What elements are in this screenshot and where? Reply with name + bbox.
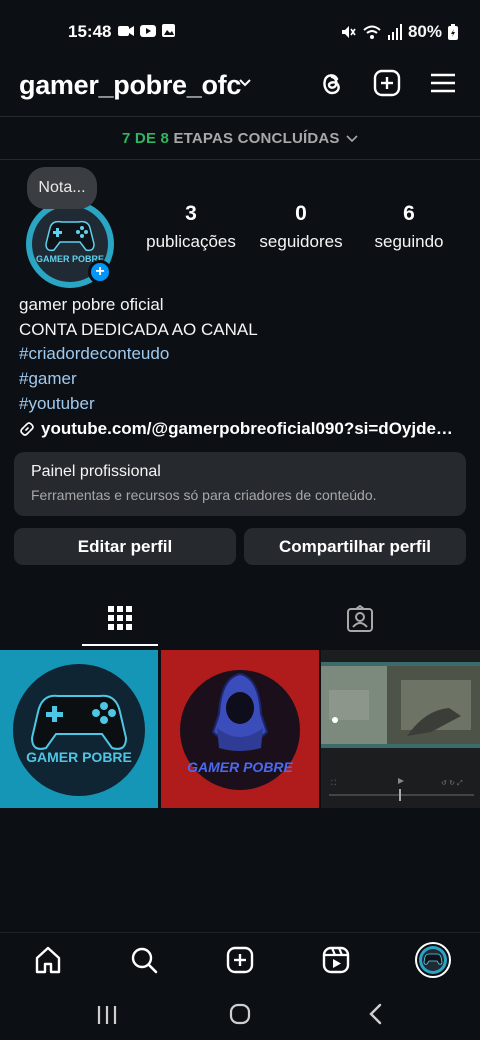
search-icon[interactable] — [129, 945, 159, 975]
chevron-down-icon — [346, 135, 358, 143]
tagged-user-icon — [347, 605, 373, 632]
profile-name: gamer pobre oficial — [19, 295, 164, 314]
external-link[interactable]: youtube.com/@gamerpobreoficial090?si=dOy… — [19, 417, 453, 442]
chevron-down-icon[interactable] — [238, 78, 252, 88]
post-image: ⛶ ↺ ↻ ⤢ — [321, 650, 480, 808]
create-post-icon[interactable] — [225, 945, 255, 975]
username[interactable]: gamer_pobre_ofc — [19, 70, 241, 101]
bio-line: CONTA DEDICADA AO CANAL — [19, 319, 258, 339]
stat-following-value: 6 — [403, 202, 415, 225]
hashtag-link[interactable]: #gamer — [19, 367, 453, 392]
tab-tagged[interactable] — [322, 596, 398, 646]
threads-icon[interactable] — [316, 68, 346, 98]
stat-posts[interactable]: 3 publicações — [140, 202, 242, 252]
steps-progress: 7 DE 8 — [122, 130, 170, 147]
battery-percent: 80% — [407, 22, 442, 41]
stat-followers-label: seguidores — [259, 232, 343, 251]
post-image: GAMER POBRE — [161, 650, 319, 808]
svg-text:↺ ↻ ⤢: ↺ ↻ ⤢ — [441, 779, 463, 787]
share-profile-button[interactable]: Compartilhar perfil — [244, 528, 466, 565]
status-right: 80% — [340, 22, 458, 42]
battery-icon — [448, 24, 458, 40]
stat-posts-value: 3 — [185, 202, 197, 225]
recent-apps-icon[interactable] — [96, 1004, 118, 1026]
stat-followers-value: 0 — [295, 202, 307, 225]
status-bar: 15:48 80% — [0, 0, 480, 60]
post-text: GAMER POBRE — [187, 759, 293, 775]
panel-title: Painel profissional — [31, 463, 161, 480]
link-icon — [20, 422, 34, 436]
status-left-icons — [118, 24, 175, 37]
stat-following-label: seguindo — [374, 232, 444, 251]
post-text: GAMER POBRE — [26, 749, 132, 765]
stat-followers[interactable]: 0 seguidores — [252, 202, 350, 252]
edit-profile-button[interactable]: Editar perfil — [14, 528, 236, 565]
youtube-icon — [140, 24, 156, 37]
steps-progress-bar[interactable]: 7 DE 8 ETAPAS CONCLUÍDAS — [0, 116, 480, 160]
mute-icon — [341, 26, 356, 38]
stat-following[interactable]: 6 seguindo — [364, 202, 454, 252]
reels-icon[interactable] — [321, 945, 351, 975]
hashtag-link[interactable]: #criadordeconteudo — [19, 342, 453, 367]
post-thumbnail[interactable]: ⛶ ↺ ↻ ⤢ — [321, 650, 480, 808]
post-thumbnail[interactable]: GAMER POBRE — [0, 650, 158, 808]
bottom-nav — [0, 932, 480, 988]
profile-tabs — [0, 596, 480, 646]
professional-dashboard[interactable]: Painel profissional Ferramentas e recurs… — [14, 452, 466, 516]
system-nav-bar — [0, 988, 480, 1040]
steps-label: ETAPAS CONCLUÍDAS — [173, 130, 340, 147]
home-button-icon[interactable] — [229, 1003, 251, 1025]
link-text: youtube.com/@gamerpobreoficial090?si=dOy… — [41, 418, 453, 438]
svg-text:⛶: ⛶ — [331, 779, 336, 787]
back-icon[interactable] — [366, 1003, 386, 1025]
profile-header: gamer_pobre_ofc — [0, 62, 480, 108]
tab-posts-grid[interactable] — [82, 596, 158, 646]
add-story-icon[interactable]: + — [88, 260, 112, 284]
gallery-icon — [162, 24, 175, 37]
note-bubble[interactable]: Nota... — [27, 167, 97, 209]
stat-posts-label: publicações — [146, 232, 236, 251]
menu-icon[interactable] — [428, 68, 458, 98]
signal-icon — [387, 24, 402, 40]
panel-subtitle: Ferramentas e recursos só para criadores… — [31, 487, 377, 503]
grid-icon — [108, 606, 132, 630]
status-time: 15:48 — [68, 22, 112, 41]
hashtag-link[interactable]: #youtuber — [19, 392, 453, 417]
post-image: GAMER POBRE — [0, 650, 158, 808]
video-call-icon — [118, 25, 134, 36]
post-thumbnail[interactable]: GAMER POBRE — [161, 650, 319, 808]
profile-avatar-icon[interactable] — [415, 942, 451, 978]
wifi-icon — [363, 25, 381, 39]
bio: gamer pobre oficial CONTA DEDICADA AO CA… — [19, 293, 453, 441]
create-post-icon[interactable] — [372, 68, 402, 98]
home-icon[interactable] — [33, 945, 63, 975]
